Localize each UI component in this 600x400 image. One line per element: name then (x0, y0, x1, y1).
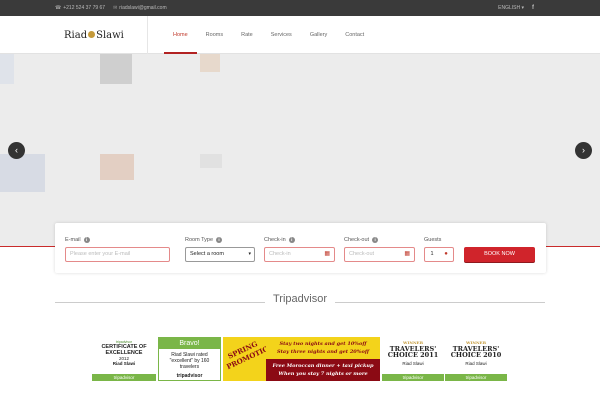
nav-item-services[interactable]: Services (262, 16, 301, 54)
tripadvisor-logo: tripadvisor (92, 374, 156, 381)
tripadvisor-heading: Tripadvisor (273, 293, 327, 305)
email-field-group: E-mail i Please enter your E-mail (65, 236, 170, 262)
book-now-button[interactable]: BOOK NOW (464, 247, 535, 262)
slide-image (100, 54, 132, 84)
nav-item-gallery[interactable]: Gallery (301, 16, 336, 54)
checkin-label: Check-in (264, 237, 286, 243)
logo-emblem-icon (88, 31, 96, 38)
nav-divider (147, 16, 148, 54)
slider-next-button[interactable]: › (575, 142, 592, 159)
travelers-choice-2010-badge[interactable]: WINNER TRAVELERS' CHOICE 2010 Riad Slawi… (445, 337, 507, 381)
tripadvisor-logo: tripadvisor (382, 374, 444, 381)
spring-promotion-badge[interactable]: SPRING PROMOTION (223, 337, 276, 381)
email-label: E-mail (65, 237, 81, 243)
info-icon[interactable]: i (288, 237, 295, 243)
info-icon[interactable]: i (83, 237, 90, 243)
guests-stepper[interactable]: 1 ● (424, 247, 454, 262)
checkin-input[interactable]: Check-in ▦ (264, 247, 335, 262)
room-type-group: Room Type i Select a room ▾ (185, 236, 255, 262)
chevron-down-icon: ▾ (248, 251, 251, 257)
slide-image (200, 154, 222, 168)
certificate-of-excellence-badge[interactable]: tripadvisor CERTIFICATE OF EXCELLENCE 20… (92, 337, 156, 381)
slide-image (0, 154, 45, 192)
nav-item-contact[interactable]: Contact (336, 16, 373, 54)
info-icon[interactable]: i (216, 237, 223, 243)
bravo-badge[interactable]: Bravo! Riad Slawi rated "excellent" by 1… (158, 337, 221, 381)
nav-menu: Home Rooms Rate Services Gallery Contact (164, 16, 373, 54)
checkin-group: Check-in i Check-in ▦ (264, 236, 335, 262)
nav-item-rooms[interactable]: Rooms (197, 16, 232, 54)
tripadvisor-logo: tripadvisor (445, 374, 507, 381)
room-type-select[interactable]: Select a room ▾ (185, 247, 255, 262)
checkout-input[interactable]: Check-out ▦ (344, 247, 415, 262)
slide-image (200, 54, 220, 72)
room-type-label: Room Type (185, 237, 214, 243)
person-icon: ● (444, 251, 448, 257)
calendar-icon[interactable]: ▦ (404, 251, 410, 258)
main-nav: Riad Slawi Home Rooms Rate Services Galle… (0, 16, 600, 54)
slide-image (0, 54, 14, 84)
language-select[interactable]: ENGLISH ▾ (498, 5, 524, 11)
guests-group: Guests 1 ● (424, 236, 454, 262)
checkout-group: Check-out i Check-out ▦ (344, 236, 415, 262)
facebook-icon[interactable]: f (532, 5, 534, 11)
hero-slider: ‹ › (0, 54, 600, 247)
phone[interactable]: ☎ +212 524 37 79 67 (55, 5, 105, 11)
guests-label: Guests (424, 237, 442, 243)
logo[interactable]: Riad Slawi (64, 30, 124, 41)
top-bar: ☎ +212 524 37 79 67 ✉ riadslawi@gmail.com … (0, 0, 600, 16)
envelope-icon: ✉ (113, 5, 118, 11)
phone-icon: ☎ (55, 5, 62, 11)
travelers-choice-2011-badge[interactable]: WINNER TRAVELERS' CHOICE 2011 Riad Slawi… (382, 337, 444, 381)
email-link[interactable]: ✉ riadslawi@gmail.com (113, 5, 167, 11)
booking-form: E-mail i Please enter your E-mail Room Ty… (55, 223, 546, 273)
slider-prev-button[interactable]: ‹ (8, 142, 25, 159)
tripadvisor-logo: tripadvisor (176, 373, 203, 379)
info-icon[interactable]: i (372, 237, 379, 243)
guests-value: 1 (430, 251, 434, 257)
chevron-down-icon: ▾ (521, 5, 524, 11)
section-divider (335, 302, 545, 303)
nav-item-home[interactable]: Home (164, 16, 197, 54)
slide-image (100, 154, 134, 180)
calendar-icon[interactable]: ▦ (324, 251, 330, 258)
checkout-label: Check-out (344, 237, 370, 243)
nav-item-rate[interactable]: Rate (232, 16, 262, 54)
email-input[interactable]: Please enter your E-mail (65, 247, 170, 262)
promotion-details-banner[interactable]: Stay two nights and get 10%off Stay thre… (266, 337, 380, 381)
